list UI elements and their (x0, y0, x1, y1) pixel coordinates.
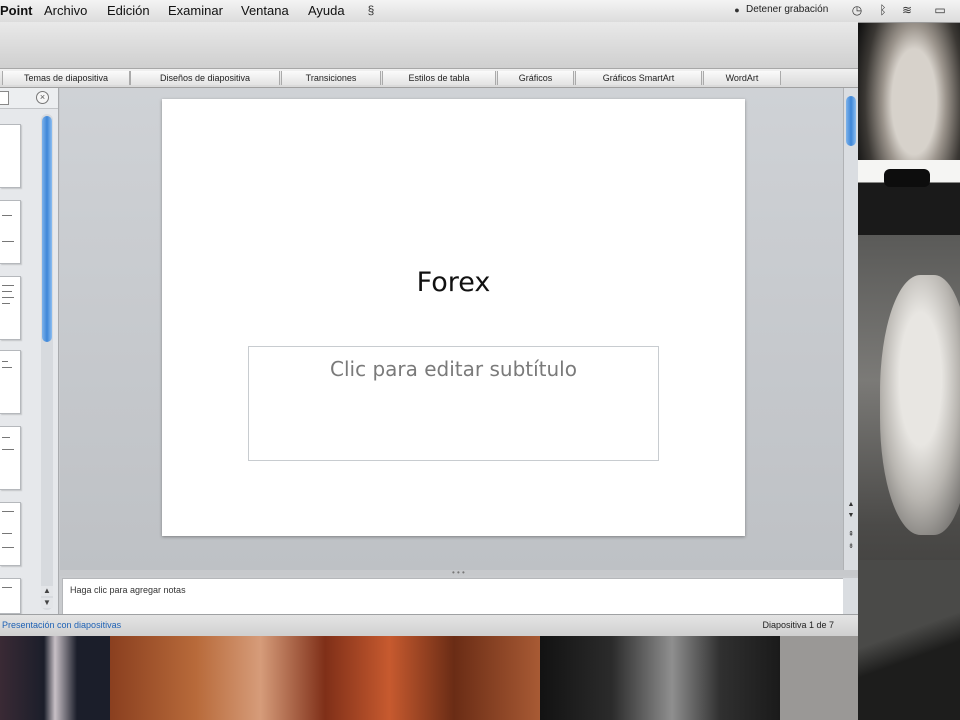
desktop-photo-top (858, 20, 960, 235)
subtitle-placeholder-box[interactable]: Clic para editar subtítulo (248, 346, 659, 461)
subtitle-placeholder[interactable]: Clic para editar subtítulo (249, 357, 658, 381)
record-icon: ● (734, 5, 740, 15)
menu-edicion[interactable]: Edición (107, 3, 150, 18)
desktop-photo-strip-4 (780, 636, 858, 720)
elements-gallery-tabs: Temas de diapositiva Diseños de diaposit… (0, 69, 858, 88)
menu-app-name[interactable]: Point (0, 3, 33, 18)
scroll-down-icon[interactable]: ▼ (41, 598, 53, 608)
battery-icon[interactable]: ▭ (930, 3, 950, 17)
menu-ventana[interactable]: Ventana (241, 3, 289, 18)
desktop-photo-strip-1 (0, 636, 110, 720)
desktop-photo-strip-3 (540, 636, 780, 720)
clock-icon[interactable]: ◷ (850, 3, 864, 17)
tab-transitions[interactable]: Transiciones (281, 71, 381, 85)
slide-counter: Diapositiva 1 de 7 (762, 620, 834, 630)
slides-pane-header: × (0, 88, 58, 109)
tab-wordart[interactable]: WordArt (703, 71, 781, 85)
slides-pane: × ▲ ▼ (0, 88, 59, 614)
slide-thumbnail[interactable] (0, 124, 21, 188)
tab-smartart[interactable]: Gráficos SmartArt (575, 71, 702, 85)
scroll-up-icon[interactable]: ▲ (41, 586, 53, 596)
menu-ayuda[interactable]: Ayuda (308, 3, 345, 18)
splitter-grip-icon[interactable]: • • • (452, 569, 465, 577)
slides-pane-scrollbar[interactable] (41, 114, 53, 610)
slide-title[interactable]: Forex (162, 267, 745, 298)
menu-bar: Point Archivo Edición Examinar Ventana A… (0, 0, 960, 23)
slide-thumbnail[interactable] (0, 426, 21, 490)
slide-thumbnail[interactable] (0, 200, 21, 264)
bluetooth-icon[interactable]: ᛒ (876, 3, 890, 17)
menu-archivo[interactable]: Archivo (44, 3, 87, 18)
scroll-up-icon[interactable]: ▲ (846, 500, 856, 509)
wifi-icon[interactable]: ≋ (900, 3, 914, 17)
window-toolbar (0, 22, 858, 69)
tab-slide-themes[interactable]: Temas de diapositiva (2, 71, 130, 85)
pane-view-toggle[interactable] (0, 91, 9, 105)
slide-thumbnail[interactable] (0, 502, 21, 566)
slide-scroll-thumb[interactable] (846, 96, 856, 146)
next-slide-icon[interactable]: ⇟ (846, 542, 856, 551)
photo-suit (858, 560, 960, 720)
tab-charts[interactable]: Gráficos (497, 71, 574, 85)
tab-slide-layouts[interactable]: Diseños de diapositiva (130, 71, 280, 85)
notes-splitter[interactable]: • • • (60, 569, 858, 577)
slide-thumbnail[interactable] (0, 578, 21, 614)
powerpoint-window: Temas de diapositiva Diseños de diaposit… (0, 22, 858, 636)
tab-table-styles[interactable]: Estilos de tabla (382, 71, 496, 85)
stop-recording-button[interactable]: Detener grabación (746, 4, 828, 15)
slide-thumbnail[interactable] (0, 276, 21, 340)
notes-placeholder[interactable]: Haga clic para agregar notas (70, 585, 186, 595)
scroll-down-icon[interactable]: ▼ (846, 511, 856, 520)
slide-editing-area: Forex Clic para editar subtítulo (60, 88, 843, 570)
status-bar: Presentación con diapositivas Diapositiv… (0, 614, 858, 636)
close-pane-icon[interactable]: × (36, 91, 49, 104)
photo-bowtie (884, 169, 930, 187)
photo-face (880, 275, 960, 535)
slide-thumbnail[interactable] (0, 350, 21, 414)
slides-pane-scroll-thumb[interactable] (42, 116, 52, 342)
menu-examinar[interactable]: Examinar (168, 3, 223, 18)
script-menu-icon[interactable]: § (364, 3, 378, 17)
slide-scrollbar[interactable]: ▲ ▼ ⇞ ⇟ (843, 88, 858, 570)
desktop-photo-strip-2 (110, 636, 540, 720)
desktop-photo-bottom (858, 235, 960, 720)
current-slide[interactable]: Forex Clic para editar subtítulo (162, 99, 745, 536)
previous-slide-icon[interactable]: ⇞ (846, 530, 856, 539)
view-mode-label[interactable]: Presentación con diapositivas (2, 620, 121, 630)
